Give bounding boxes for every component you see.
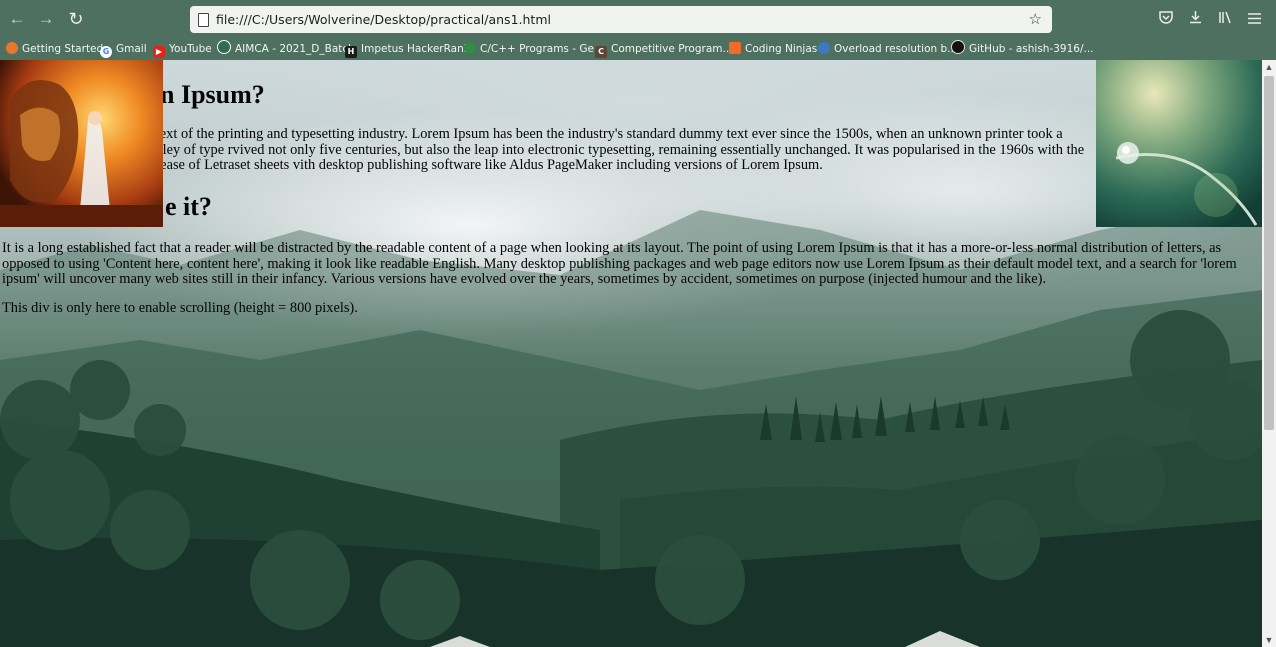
heading-what-is-lorem-ipsum: n Ipsum?	[160, 80, 265, 109]
reload-icon[interactable]: ↻	[62, 6, 90, 32]
library-icon[interactable]	[1212, 6, 1238, 32]
water-droplet-image	[1096, 60, 1262, 227]
cppreference-icon	[818, 42, 830, 54]
bookmark-label: YouTube	[169, 43, 212, 55]
paragraph-scroll-note: This div is only here to enable scrollin…	[2, 300, 358, 316]
bookmark-aimca[interactable]: AIMCA - 2021_D_Batch	[217, 40, 355, 58]
bookmark-geeksforgeeks[interactable]: C/C++ Programs - Ge...	[464, 40, 604, 58]
forward-arrow-icon[interactable]: →	[32, 6, 60, 32]
hackerrank-icon: H	[345, 46, 357, 58]
bookmark-star-icon[interactable]: ☆	[1029, 6, 1042, 33]
menu-hamburger-icon[interactable]	[1241, 6, 1267, 32]
bookmarks-bar: Getting Started G Gmail ▶ YouTube AIMCA - …	[0, 38, 1276, 60]
bookmark-youtube[interactable]: ▶ YouTube	[153, 40, 212, 58]
bookmark-label: Overload resolution b...	[834, 43, 958, 55]
youtube-icon: ▶	[153, 46, 165, 58]
geeksforgeeks-icon	[464, 42, 476, 54]
firefox-icon	[6, 42, 18, 54]
bookmark-codechef[interactable]: C Competitive Program...	[595, 40, 733, 58]
bookmark-getting-started[interactable]: Getting Started	[6, 40, 103, 58]
bookmark-label: Gmail	[116, 43, 147, 55]
page-viewport: n Ipsum? y text of the printing and type…	[0, 60, 1262, 647]
github-icon	[951, 40, 965, 54]
lion-painting-image	[0, 60, 163, 227]
bookmark-hackerrank[interactable]: H Impetus HackerRank	[345, 40, 470, 58]
back-arrow-icon[interactable]: ←	[3, 6, 31, 32]
bookmark-label: C/C++ Programs - Ge...	[480, 43, 604, 55]
bookmark-github[interactable]: GitHub - ashish-3916/...	[951, 40, 1094, 58]
bookmark-coding-ninjas[interactable]: Coding Ninjas	[729, 40, 817, 58]
browser-toolbar: ← → ↻ file:///C:/Users/Wolverine/Desktop…	[0, 0, 1276, 38]
scroll-up-arrow-icon[interactable]: ▲	[1262, 60, 1276, 74]
bookmark-label: Coding Ninjas	[745, 43, 818, 55]
scroll-down-arrow-icon[interactable]: ▼	[1262, 633, 1276, 647]
bookmark-gmail[interactable]: G Gmail	[100, 40, 147, 58]
bookmark-label: AIMCA - 2021_D_Batch	[235, 43, 355, 55]
pocket-icon[interactable]	[1153, 6, 1179, 32]
heading-why-use-it: e it?	[165, 192, 212, 221]
bookmark-label: GitHub - ashish-3916/...	[969, 43, 1094, 55]
bookmark-overload-resolution[interactable]: Overload resolution b...	[818, 40, 957, 58]
codechef-icon: C	[595, 46, 607, 58]
url-text[interactable]: file:///C:/Users/Wolverine/Desktop/pract…	[216, 6, 551, 33]
page-icon	[198, 13, 209, 27]
bookmark-label: Competitive Program...	[611, 43, 733, 55]
paragraph-lorem-intro: y text of the printing and typesetting i…	[145, 126, 1085, 173]
codingninjas-icon	[729, 42, 741, 54]
downloads-icon[interactable]	[1182, 6, 1208, 32]
bookmark-label: Getting Started	[22, 43, 104, 55]
google-icon: G	[100, 46, 112, 58]
vertical-scrollbar[interactable]: ▲ ▼	[1262, 60, 1276, 647]
paragraph-lorem-explanation: It is a long established fact that a rea…	[2, 240, 1237, 287]
bookmark-label: Impetus HackerRank	[361, 43, 470, 55]
address-bar[interactable]: file:///C:/Users/Wolverine/Desktop/pract…	[190, 6, 1052, 33]
scrollbar-thumb[interactable]	[1264, 76, 1274, 430]
group-icon	[217, 40, 231, 54]
